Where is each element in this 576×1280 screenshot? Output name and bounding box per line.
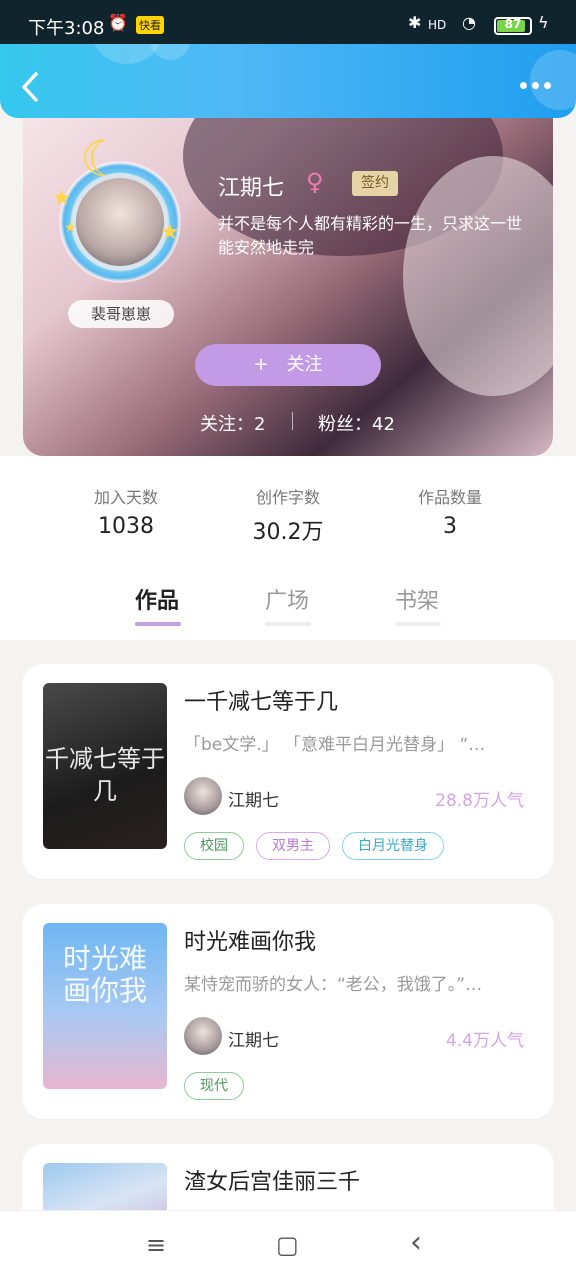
tab-indicator xyxy=(135,622,181,626)
battery-icon: 87 xyxy=(494,17,532,35)
more-dots-icon xyxy=(520,82,527,89)
system-nav-bar: ≡ ▢ ‹ xyxy=(0,1210,576,1280)
author-avatar xyxy=(184,1017,222,1055)
status-time: 下午3:08 xyxy=(28,18,105,39)
tab-indicator xyxy=(395,622,441,626)
plus-icon: + xyxy=(253,354,269,375)
author-name: 江期七 xyxy=(228,791,279,811)
fans-count[interactable]: 粉丝：42 xyxy=(318,410,395,436)
book-cover[interactable]: 千减七等于几 xyxy=(43,683,167,849)
book-tag[interactable]: 现代 xyxy=(184,1072,244,1100)
back-icon[interactable]: ‹ xyxy=(410,1225,422,1260)
status-bar: 下午3:08 ⏰ 快看 ✱ HD ◔ 87 ϟ xyxy=(0,0,576,44)
book-card[interactable]: 千减七等于几 一千减七等于几 「be文学.」 「意难平白月光替身」 “… 江期七… xyxy=(22,664,554,879)
following-count[interactable]: 关注：2 xyxy=(200,410,265,436)
tab-bookshelf[interactable]: 书架 xyxy=(395,583,439,615)
book-tag[interactable]: 双男主 xyxy=(256,832,330,860)
star-icon: ★ xyxy=(52,186,72,211)
signed-badge: 签约 xyxy=(352,171,398,196)
user-bio: 并不是每个人都有精彩的一生，只求这一世能安然地走完 xyxy=(218,214,523,257)
popularity: 4.4万人气 xyxy=(445,1031,524,1051)
stat-label: 加入天数 xyxy=(93,488,158,507)
back-button[interactable] xyxy=(18,70,46,106)
stat-value: 1038 xyxy=(98,514,154,539)
book-tag[interactable]: 白月光替身 xyxy=(342,832,444,860)
top-bar: 下午3:08 ⏰ 快看 ✱ HD ◔ 87 ϟ xyxy=(0,0,576,118)
user-name: 江期七 xyxy=(218,176,285,201)
stat-label: 创作字数 xyxy=(255,488,320,507)
stat-value: 3 xyxy=(443,514,457,539)
author-avatar xyxy=(184,777,222,815)
tab-square[interactable]: 广场 xyxy=(265,583,309,615)
avatar-nickname: 裴哥崽崽 xyxy=(68,300,174,328)
book-description: 「be文学.」 「意难平白月光替身」 “… xyxy=(184,735,486,755)
chevron-left-icon xyxy=(22,72,38,102)
follow-label: 关注 xyxy=(286,354,323,375)
author-name: 江期七 xyxy=(228,1031,279,1051)
cover-title: 千减七等于几 xyxy=(45,745,165,805)
wifi-icon: ◔ xyxy=(462,13,476,32)
stat-value: 30.2万 xyxy=(252,520,324,545)
book-tag[interactable]: 校园 xyxy=(184,832,244,860)
female-icon: ♀ xyxy=(306,168,324,196)
moon-icon: ☾ xyxy=(80,130,125,188)
book-title: 时光难画你我 xyxy=(184,930,317,955)
tab-indicator xyxy=(265,622,311,626)
book-title: 渣女后宫佳丽三千 xyxy=(184,1170,361,1195)
charging-icon: ϟ xyxy=(538,13,549,32)
book-cover[interactable]: 时光难画你我 xyxy=(43,923,167,1089)
cover-title: 时光难画你我 xyxy=(62,942,147,1007)
bluetooth-icon: ✱ xyxy=(408,13,422,32)
more-dots-icon xyxy=(532,82,539,89)
star-icon: ★ xyxy=(64,220,77,236)
signal-icon: HD xyxy=(428,18,447,32)
more-button[interactable] xyxy=(516,76,552,96)
more-dots-icon xyxy=(544,82,551,89)
home-icon[interactable]: ▢ xyxy=(276,1231,299,1259)
stat-word-count: 创作字数 30.2万 xyxy=(208,484,368,546)
alarm-icon: ⏰ xyxy=(108,13,128,32)
stat-works-count: 作品数量 3 xyxy=(370,484,530,539)
battery-level: 87 xyxy=(504,17,522,31)
tab-works[interactable]: 作品 xyxy=(135,583,179,615)
menu-icon[interactable]: ≡ xyxy=(146,1231,166,1259)
divider xyxy=(292,412,293,430)
book-card[interactable]: 时光难画你我 时光难画你我 某恃宠而骄的女人：“老公，我饿了。”… 江期七 4.… xyxy=(22,904,554,1119)
popularity: 28.8万人气 xyxy=(435,791,524,811)
stats-card: 加入天数 1038 创作字数 30.2万 作品数量 3 xyxy=(46,456,530,566)
star-icon: ★ xyxy=(160,220,180,245)
book-description: 某恃宠而骄的女人：“老公，我饿了。”… xyxy=(184,975,483,995)
stat-join-days: 加入天数 1038 xyxy=(46,484,206,539)
stat-label: 作品数量 xyxy=(417,488,482,507)
follow-button[interactable]: + 关注 xyxy=(195,344,381,386)
avatar[interactable] xyxy=(76,178,164,266)
book-title: 一千减七等于几 xyxy=(184,690,339,715)
app-notification-icon: 快看 xyxy=(136,16,164,34)
